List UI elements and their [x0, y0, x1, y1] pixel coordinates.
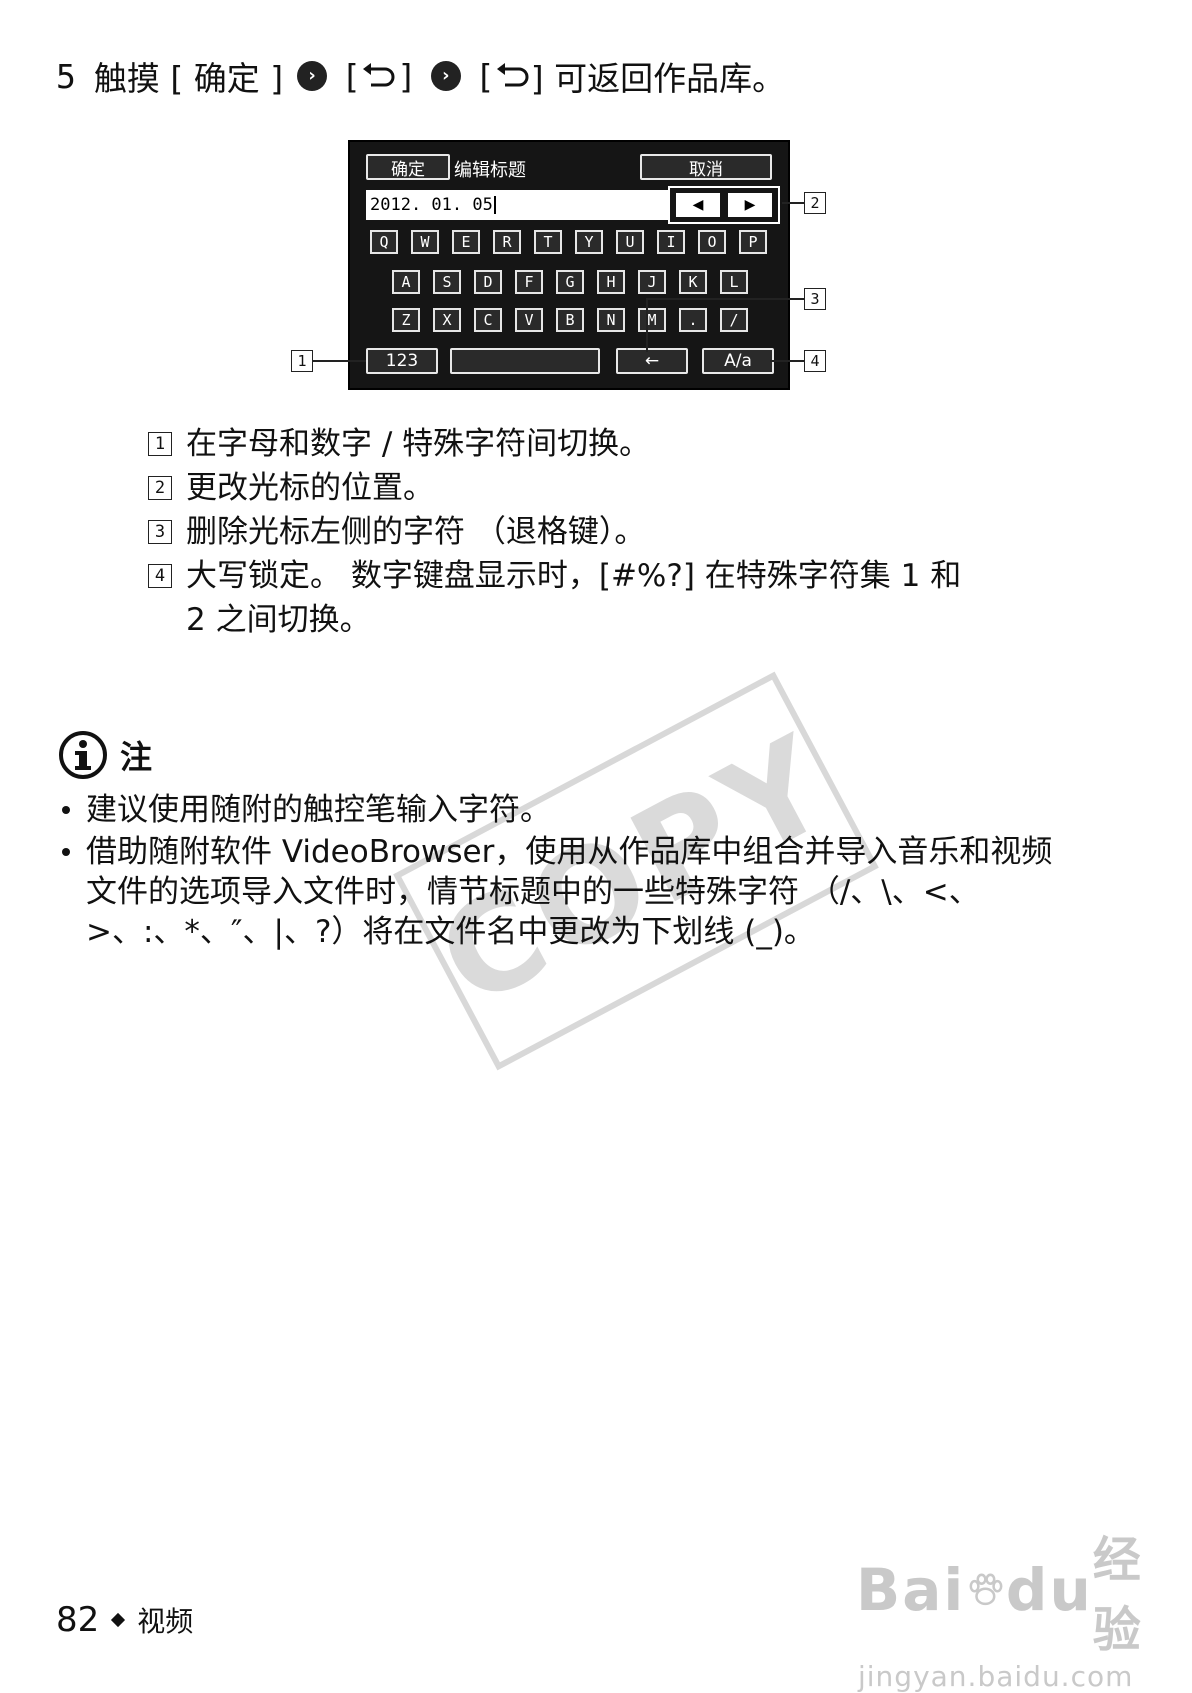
key-u[interactable]: U — [616, 230, 644, 254]
title-input-value: 2012. 01. 05 — [370, 195, 493, 215]
page-number: 82 — [56, 1600, 100, 1640]
callout-line-1 — [312, 360, 366, 362]
bullet — [62, 806, 70, 814]
callout-line-4 — [770, 360, 804, 362]
brand-logo-part-b: du — [1005, 1556, 1093, 1624]
key-n[interactable]: N — [597, 308, 625, 332]
back-arrow-icon — [362, 63, 395, 87]
triangle-left-icon: ◀ — [692, 197, 704, 213]
text-cursor — [493, 196, 496, 214]
backspace-arrow-icon: ← — [644, 351, 660, 371]
diamond-icon — [111, 1612, 126, 1628]
key-r[interactable]: R — [493, 230, 521, 254]
key-k[interactable]: K — [679, 270, 707, 294]
cursor-right-button[interactable]: ▶ — [728, 193, 772, 217]
legend-text: 更改光标的位置。 — [186, 470, 434, 506]
key-o[interactable]: O — [698, 230, 726, 254]
note-title: 注 — [120, 738, 153, 776]
legend-item: 2 更改光标的位置。 — [148, 466, 966, 510]
title-input[interactable]: 2012. 01. 05 — [366, 190, 684, 220]
key-m[interactable]: M — [638, 308, 666, 332]
legend-item: 1 在字母和数字 / 特殊字符间切换。 — [148, 422, 966, 466]
bracket-close: ] — [396, 56, 417, 96]
legend-text: 在字母和数字 / 特殊字符间切换。 — [186, 426, 651, 462]
bracket-open: [ — [341, 56, 361, 96]
callout-line-3a — [646, 298, 804, 300]
callout-2: 2 — [804, 192, 826, 214]
callout-line-2 — [782, 202, 804, 204]
note-text: 建议使用随附的触控笔输入字符。 — [86, 792, 551, 828]
note-text: 借助随附软件 VideoBrowser，使用从作品库中组合并导入音乐和视频文件的… — [86, 834, 1053, 950]
chevron-right-icon: › — [297, 61, 328, 91]
page-footer: 82 视频 — [56, 1600, 193, 1640]
cancel-button[interactable]: 取消 — [640, 154, 772, 180]
key-g[interactable]: G — [556, 270, 584, 294]
key-a[interactable]: A — [392, 270, 420, 294]
callout-line-3b — [646, 298, 648, 352]
note-list: 建议使用随附的触控笔输入字符。 借助随附软件 VideoBrowser，使用从作… — [58, 790, 1078, 954]
key-q[interactable]: Q — [370, 230, 398, 254]
list-item: 建议使用随附的触控笔输入字符。 — [58, 790, 1078, 830]
legend-text: 删除光标左侧的字符 （退格键）。 — [186, 514, 646, 550]
key-l[interactable]: L — [720, 270, 748, 294]
key-j[interactable]: J — [638, 270, 666, 294]
key-c[interactable]: C — [474, 308, 502, 332]
key-e[interactable]: E — [452, 230, 480, 254]
step-text-touch: 触摸 [ 确定 ] — [93, 59, 284, 98]
key-f[interactable]: F — [515, 270, 543, 294]
step-text-return: ] 可返回作品库。 — [530, 59, 786, 98]
brand-logo-part-a: Bai — [856, 1556, 966, 1624]
legend-item: 4 大写锁定。 数字键盘显示时，[#%?] 在特殊字符集 1 和 2 之间切换。 — [148, 554, 966, 642]
brand-logo-part-c: 经验 — [1092, 1532, 1143, 1658]
cursor-arrows: ◀ ▶ — [668, 186, 780, 224]
bracket-open-2: [ — [474, 56, 495, 96]
mode-switch-button[interactable]: 123 — [366, 348, 438, 374]
step-instruction: 5 触摸 [ 确定 ] › [ ] › [ ] 可返回作品库。 — [56, 52, 785, 100]
legend-number: 3 — [148, 520, 172, 544]
space-key[interactable] — [450, 348, 600, 374]
key-h[interactable]: H — [597, 270, 625, 294]
key-t[interactable]: T — [534, 230, 562, 254]
key-p[interactable]: P — [739, 230, 767, 254]
bullet — [62, 848, 70, 856]
baidu-jingyan-watermark: Bai du 经验 jingyan.baidu.com — [856, 1520, 1156, 1693]
legend-item: 3 删除光标左侧的字符 （退格键）。 — [148, 510, 966, 554]
back-arrow-icon-2 — [496, 63, 529, 87]
key-b[interactable]: B — [556, 308, 584, 332]
key-d[interactable]: D — [474, 270, 502, 294]
key-y[interactable]: Y — [575, 230, 603, 254]
baidu-logo: Bai du 经验 — [856, 1520, 1156, 1660]
list-item: 借助随附软件 VideoBrowser，使用从作品库中组合并导入音乐和视频文件的… — [58, 832, 1078, 952]
screen-title: 编辑标题 — [454, 160, 526, 181]
key-period[interactable]: . — [679, 308, 707, 332]
key-s[interactable]: S — [433, 270, 461, 294]
key-slash[interactable]: / — [720, 308, 748, 332]
key-i[interactable]: I — [657, 230, 685, 254]
callout-4: 4 — [804, 350, 826, 372]
key-v[interactable]: V — [515, 308, 543, 332]
triangle-right-icon: ▶ — [744, 197, 756, 213]
cursor-left-button[interactable]: ◀ — [676, 193, 720, 217]
legend-text: 大写锁定。 数字键盘显示时，[#%?] 在特殊字符集 1 和 2 之间切换。 — [186, 558, 962, 638]
legend-number: 1 — [148, 432, 172, 456]
paw-icon — [969, 1573, 1003, 1606]
callout-1: 1 — [291, 350, 313, 372]
key-z[interactable]: Z — [392, 308, 420, 332]
note-heading: 注 — [58, 730, 152, 780]
info-icon — [59, 731, 107, 779]
caps-lock-button[interactable]: A/a — [702, 348, 774, 374]
chevron-right-icon-2: › — [430, 61, 461, 91]
legend-number: 4 — [148, 564, 172, 588]
section-name: 视频 — [137, 1605, 194, 1638]
confirm-button[interactable]: 确定 — [366, 154, 450, 180]
callout-legend: 1 在字母和数字 / 特殊字符间切换。 2 更改光标的位置。 3 删除光标左侧的… — [148, 422, 966, 642]
key-w[interactable]: W — [411, 230, 439, 254]
step-number: 5 — [56, 56, 76, 96]
backspace-button[interactable]: ← — [616, 348, 688, 374]
callout-3: 3 — [804, 288, 826, 310]
brand-site: jingyan.baidu.com — [858, 1660, 1134, 1693]
legend-number: 2 — [148, 476, 172, 500]
key-x[interactable]: X — [433, 308, 461, 332]
edit-title-screen: 确定 编辑标题 取消 2012. 01. 05 ◀ ▶ Q W E R T Y … — [348, 140, 790, 390]
